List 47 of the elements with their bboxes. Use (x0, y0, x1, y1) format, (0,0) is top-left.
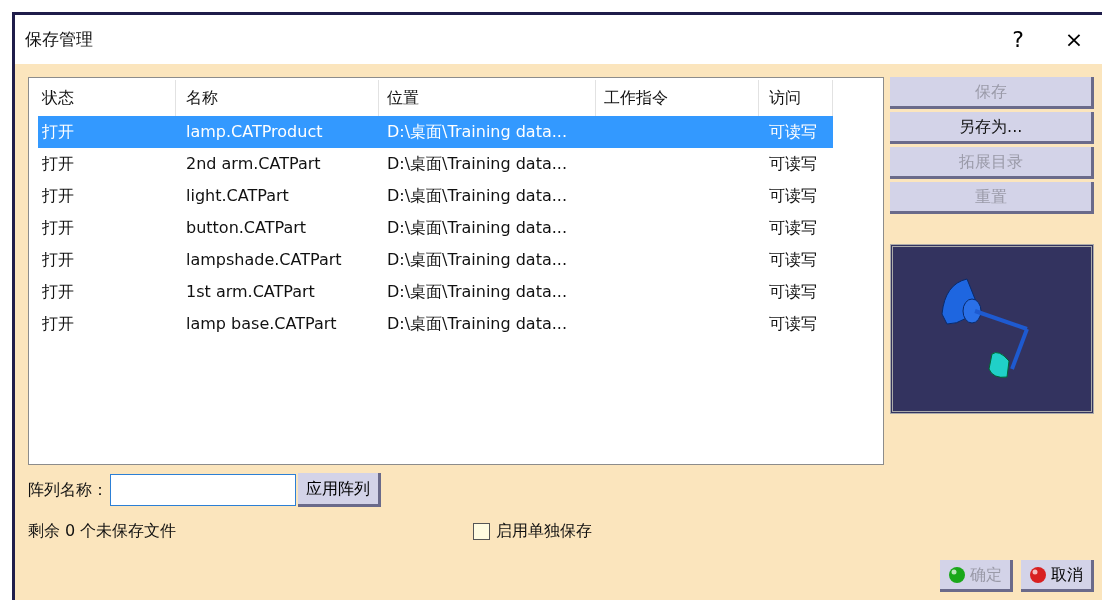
table-cell: 可读写 (769, 250, 817, 269)
table-cell: D:\桌面\Training data... (387, 218, 567, 237)
ball-icon (1029, 565, 1047, 584)
table-cell: D:\桌面\Training data... (387, 250, 567, 269)
table-cell: 2nd arm.CATPart (186, 154, 321, 173)
table-cell: button.CATPart (186, 218, 307, 237)
table-row[interactable]: 打开 light.CATPart D:\桌面\Training data... 可读写 (38, 180, 833, 212)
table-cell: 打开 (42, 250, 74, 269)
table-cell: D:\桌面\Training data... (387, 122, 567, 141)
table-cell: 1st arm.CATPart (186, 282, 315, 301)
table-cell: 打开 (42, 154, 74, 173)
array-name-label: 阵列名称： (28, 479, 108, 501)
table-cell: 可读写 (769, 282, 817, 301)
table-cell: 打开 (42, 186, 74, 205)
table-cell: light.CATPart (186, 186, 289, 205)
apply-array-button[interactable]: 应用阵列 (298, 473, 381, 507)
table-cell: lamp base.CATPart (186, 314, 337, 333)
table-cell: D:\桌面\Training data... (387, 314, 567, 333)
table-row[interactable]: 打开 2nd arm.CATPart D:\桌面\Training data... 可读写 (38, 148, 833, 180)
side-button[interactable]: 另存为... (890, 112, 1094, 144)
table-row[interactable]: 打开 lampshade.CATPart D:\桌面\Training data... 可读写 (38, 244, 833, 276)
remaining-files-text: 剩余 0 个未保存文件 (28, 520, 178, 542)
table-cell: 可读写 (769, 186, 817, 205)
table-cell: lamp.CATProduct (186, 122, 323, 141)
table-cell: 可读写 (769, 154, 817, 173)
table-row[interactable]: 打开 lamp base.CATPart D:\桌面\Training data... 可读写 (38, 308, 833, 340)
checkbox-label: 启用单独保存 (496, 520, 592, 542)
cancel-button[interactable]: 取消 (1021, 560, 1094, 592)
close-button[interactable]: × (1046, 22, 1102, 57)
table-cell: 可读写 (769, 218, 817, 237)
table-cell: 可读写 (769, 122, 817, 141)
table-row[interactable]: 打开 1st arm.CATPart D:\桌面\Training data... 可读写 (38, 276, 833, 308)
table-cell: 可读写 (769, 314, 817, 333)
table-cell: D:\桌面\Training data... (387, 186, 567, 205)
checkbox[interactable] (473, 522, 490, 540)
table-cell: 打开 (42, 122, 74, 141)
table-cell: D:\桌面\Training data... (387, 154, 567, 173)
table-cell: 打开 (42, 282, 74, 301)
table-cell: 打开 (42, 218, 74, 237)
table-cell: D:\桌面\Training data... (387, 282, 567, 301)
window-title: 保存管理 (25, 27, 94, 51)
help-button[interactable]: ? (990, 22, 1046, 57)
ball-icon (948, 565, 966, 584)
table-cell: lampshade.CATPart (186, 250, 342, 269)
table-cell: 打开 (42, 314, 74, 333)
array-name-field[interactable] (110, 474, 296, 506)
table-row[interactable]: 打开 button.CATPart D:\桌面\Training data... 可读写 (38, 212, 833, 244)
